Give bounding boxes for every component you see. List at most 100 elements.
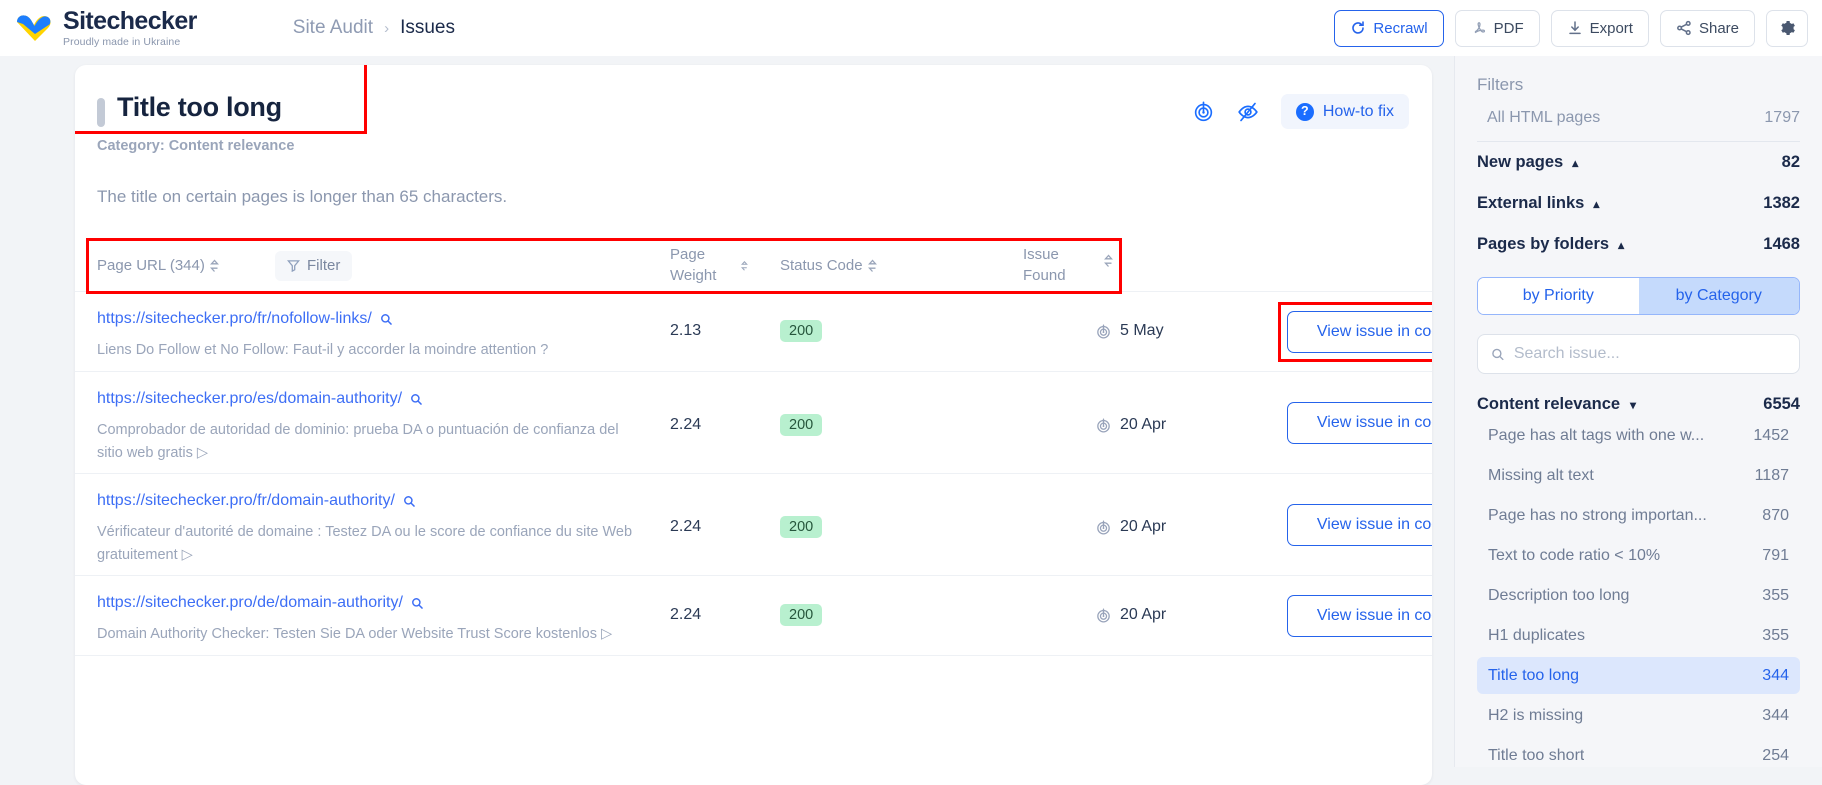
issue-item-label: Title too long xyxy=(1488,666,1580,684)
status-badge: 200 xyxy=(780,516,823,538)
filter-group-external-links[interactable]: External links ▴ 1382 xyxy=(1477,183,1800,224)
question-mark-icon: ? xyxy=(1295,102,1314,121)
target-icon xyxy=(1097,519,1110,535)
sort-icon xyxy=(1104,254,1113,268)
sort-icon xyxy=(209,259,219,272)
issue-found-date: 20 Apr xyxy=(1120,606,1167,623)
issue-list-item[interactable]: Page has no strong importan... 870 xyxy=(1477,497,1800,534)
issue-category: Category: Content relevance xyxy=(97,138,295,154)
issues-table-body: https://sitechecker.pro/fr/nofollow-link… xyxy=(75,292,1432,656)
issue-description: The title on certain pages is longer tha… xyxy=(97,187,508,206)
filter-all-html-pages[interactable]: All HTML pages 1797 xyxy=(1477,95,1800,142)
filter-group-label: External links xyxy=(1477,194,1585,212)
inspect-search-icon[interactable] xyxy=(380,313,393,326)
category-count: 6554 xyxy=(1763,395,1800,413)
eye-off-icon[interactable] xyxy=(1236,101,1260,123)
export-button[interactable]: Export xyxy=(1550,9,1649,47)
status-badge: 200 xyxy=(780,320,823,342)
filter-group-pages-by-folders[interactable]: Pages by folders ▴ 1468 xyxy=(1477,224,1800,265)
issue-item-count: 254 xyxy=(1762,746,1789,764)
issue-list-item[interactable]: Page has alt tags with one w... 1452 xyxy=(1477,417,1800,454)
gear-icon xyxy=(1781,21,1795,35)
column-label-status-code: Status Code xyxy=(780,257,863,274)
issue-found-date: 20 Apr xyxy=(1120,416,1167,433)
toggle-by-priority[interactable]: by Priority xyxy=(1478,278,1639,314)
export-label: Export xyxy=(1589,19,1633,37)
search-input[interactable] xyxy=(1513,345,1786,363)
column-header-page-url[interactable]: Page URL (344) xyxy=(97,257,219,274)
inspect-search-icon[interactable] xyxy=(403,495,416,508)
issue-item-count: 870 xyxy=(1762,506,1789,524)
breadcrumb-issues[interactable]: Issues xyxy=(400,17,455,39)
sitechecker-heart-icon xyxy=(17,15,51,41)
issue-list-item[interactable]: Title too long 344 xyxy=(1477,657,1800,694)
issue-list-item[interactable]: H2 is missing 344 xyxy=(1477,697,1800,734)
status-badge: 200 xyxy=(780,414,823,436)
page-title-text: Comprobador de autoridad de dominio: pru… xyxy=(97,422,619,462)
breadcrumb-site-audit[interactable]: Site Audit xyxy=(293,17,373,39)
column-header-issue-found[interactable]: Issue Found xyxy=(1023,245,1113,286)
cell-page-weight: 2.24 xyxy=(670,606,702,623)
issue-item-label: H1 duplicates xyxy=(1488,626,1585,644)
issue-list-item[interactable]: Text to code ratio < 10% 791 xyxy=(1477,537,1800,574)
search-issue-box[interactable] xyxy=(1477,334,1800,374)
page-title-text: Vérificateur d'autorité de domaine : Tes… xyxy=(97,524,633,564)
category-content-relevance[interactable]: Content relevance ▾ 6554 xyxy=(1477,395,1800,414)
view-issue-in-code-button[interactable]: View issue in code xyxy=(1287,402,1432,444)
issue-item-count: 344 xyxy=(1762,666,1789,684)
recrawl-button[interactable]: Recrawl xyxy=(1334,9,1444,47)
cell-page-weight: 2.13 xyxy=(670,322,702,339)
cell-status-code: 200 xyxy=(780,320,823,342)
page-url-link[interactable]: https://sitechecker.pro/es/domain-author… xyxy=(97,390,402,408)
issue-header: Title too long Category: Content relevan… xyxy=(75,65,1432,154)
issue-item-label: Description too long xyxy=(1488,586,1630,604)
issue-list-item[interactable]: H1 duplicates 355 xyxy=(1477,617,1800,654)
share-icon xyxy=(1677,20,1691,36)
issue-item-count: 355 xyxy=(1762,586,1789,604)
sort-icon xyxy=(741,260,748,271)
cell-status-code: 200 xyxy=(780,604,823,626)
cell-action: View issue in code xyxy=(1287,402,1432,444)
filter-group-label: Pages by folders xyxy=(1477,235,1610,253)
issue-list-item[interactable]: Description too long 355 xyxy=(1477,577,1800,614)
filter-group-new-pages[interactable]: New pages ▴ 82 xyxy=(1477,142,1800,183)
pdf-label: PDF xyxy=(1493,19,1524,37)
filter-group-count: 1382 xyxy=(1763,194,1800,212)
priority-bar xyxy=(97,98,105,127)
pdf-button[interactable]: PDF xyxy=(1454,9,1540,47)
target-icon xyxy=(1097,323,1110,339)
share-button[interactable]: Share xyxy=(1659,9,1755,47)
column-header-status-code[interactable]: Status Code xyxy=(780,257,877,274)
target-icon xyxy=(1097,417,1110,433)
refresh-icon xyxy=(1352,21,1365,34)
view-issue-in-code-button[interactable]: View issue in code xyxy=(1287,311,1432,353)
target-icon[interactable] xyxy=(1192,100,1215,123)
filter-button[interactable]: Filter xyxy=(275,250,353,281)
target-icon xyxy=(1097,607,1110,623)
settings-button[interactable] xyxy=(1766,9,1808,47)
page-url-link[interactable]: https://sitechecker.pro/de/domain-author… xyxy=(97,594,403,612)
how-to-fix-label: How-to fix xyxy=(1322,102,1394,120)
annotation-box-table-header xyxy=(86,238,1122,294)
issue-list-item[interactable]: Title too short 254 xyxy=(1477,737,1800,774)
inspect-search-icon[interactable] xyxy=(411,597,424,610)
filter-group-count: 1468 xyxy=(1763,235,1800,253)
brand-logo[interactable]: Sitechecker Proudly made in Ukraine xyxy=(14,8,197,48)
page-url-line: https://sitechecker.pro/fr/domain-author… xyxy=(97,492,642,510)
view-mode-toggle: by Priority by Category xyxy=(1477,277,1800,315)
all-html-label: All HTML pages xyxy=(1487,109,1601,126)
page-url-link[interactable]: https://sitechecker.pro/fr/nofollow-link… xyxy=(97,310,372,328)
column-header-page-weight[interactable]: Page Weight xyxy=(670,245,748,286)
page-url-link[interactable]: https://sitechecker.pro/fr/domain-author… xyxy=(97,492,395,510)
issue-list-item[interactable]: Missing alt text 1187 xyxy=(1477,457,1800,494)
view-issue-in-code-button[interactable]: View issue in code xyxy=(1287,595,1432,637)
cell-issue-found: 5 May xyxy=(1095,322,1164,340)
breadcrumb-separator-icon: › xyxy=(384,19,390,37)
how-to-fix-button[interactable]: ? How-to fix xyxy=(1280,94,1409,129)
toggle-by-category[interactable]: by Category xyxy=(1638,278,1799,314)
status-badge: 200 xyxy=(780,604,823,626)
funnel-icon xyxy=(287,260,300,272)
view-issue-in-code-button[interactable]: View issue in code xyxy=(1287,504,1432,546)
chevron-up-icon: ▴ xyxy=(1593,196,1600,211)
inspect-search-icon[interactable] xyxy=(410,393,423,406)
